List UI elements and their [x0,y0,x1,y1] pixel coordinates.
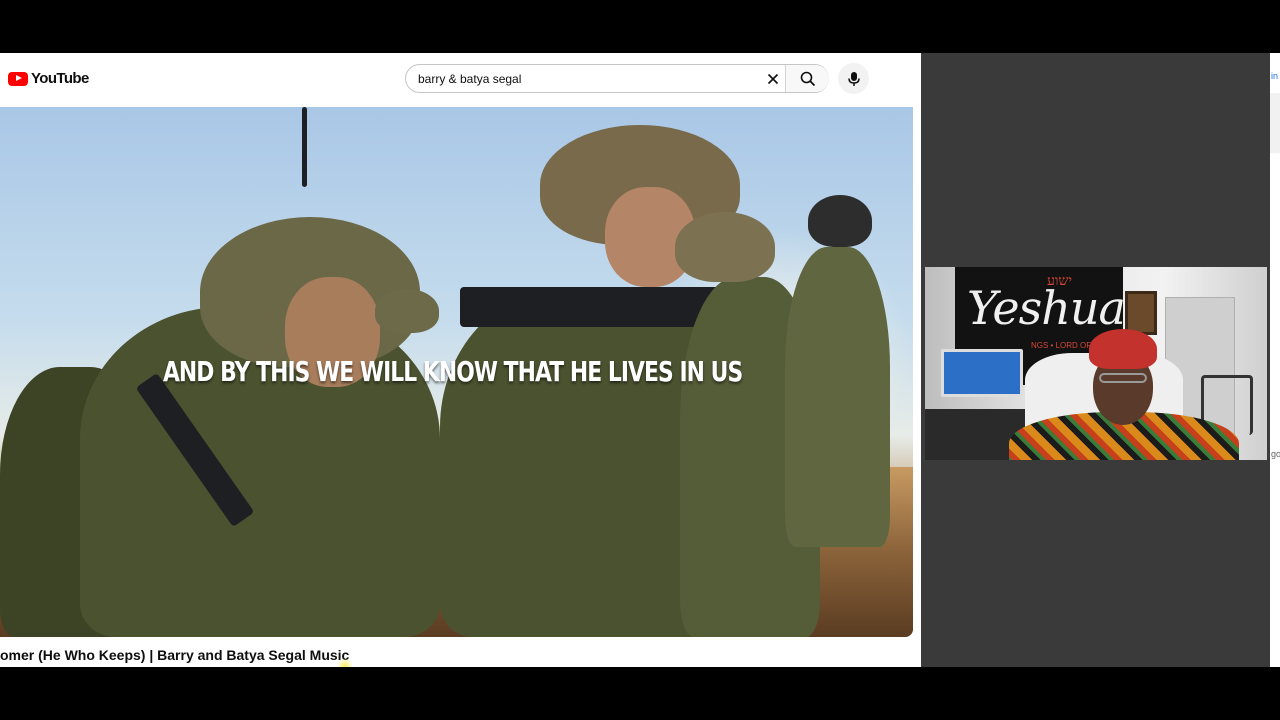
clear-search-button[interactable] [762,68,784,90]
edge-toolbar-strip [1270,93,1280,153]
video-helmet [675,212,775,282]
microphone-icon [847,71,860,86]
screen: YouTube barry & batya segal AND BY THIS … [0,0,1280,720]
cam-person-glasses [1099,373,1147,383]
search-input[interactable] [406,65,784,92]
video-player[interactable]: AND BY THIS WE WILL KNOW THAT HE LIVES I… [0,107,913,637]
cam-picture-frame [1125,291,1157,335]
cam-banner-hebrew: ישוע [1047,273,1073,289]
youtube-logo-text: YouTube [31,70,89,87]
edge-bottom-label: go [1271,449,1280,459]
edge-top-label: in [1271,71,1279,81]
cam-person-hat [1089,329,1157,369]
search-icon [800,71,815,86]
close-icon [767,73,779,85]
search-button[interactable] [785,65,829,92]
cam-banner-text: Yeshua [967,281,1126,335]
voice-search-button[interactable] [838,63,869,94]
youtube-play-icon [8,71,28,86]
video-antenna [302,107,307,187]
youtube-header: YouTube [0,53,921,107]
video-helmet [808,195,872,247]
participant-video[interactable]: Yeshua ישוע NGS • LORD OF LO [925,267,1267,460]
edge-window: in go [1270,53,1280,667]
video-helmet [375,289,439,333]
cam-monitor [941,349,1023,397]
video-title[interactable]: omer (He Who Keeps) | Barry and Batya Se… [0,647,921,663]
youtube-page: YouTube barry & batya segal AND BY THIS … [0,53,921,667]
youtube-logo[interactable]: YouTube [8,70,89,87]
video-figure [785,247,890,547]
video-caption: AND BY THIS WE WILL KNOW THAT HE LIVES I… [162,355,743,388]
mouse-cursor-highlight [336,659,354,667]
search-box [405,64,829,93]
